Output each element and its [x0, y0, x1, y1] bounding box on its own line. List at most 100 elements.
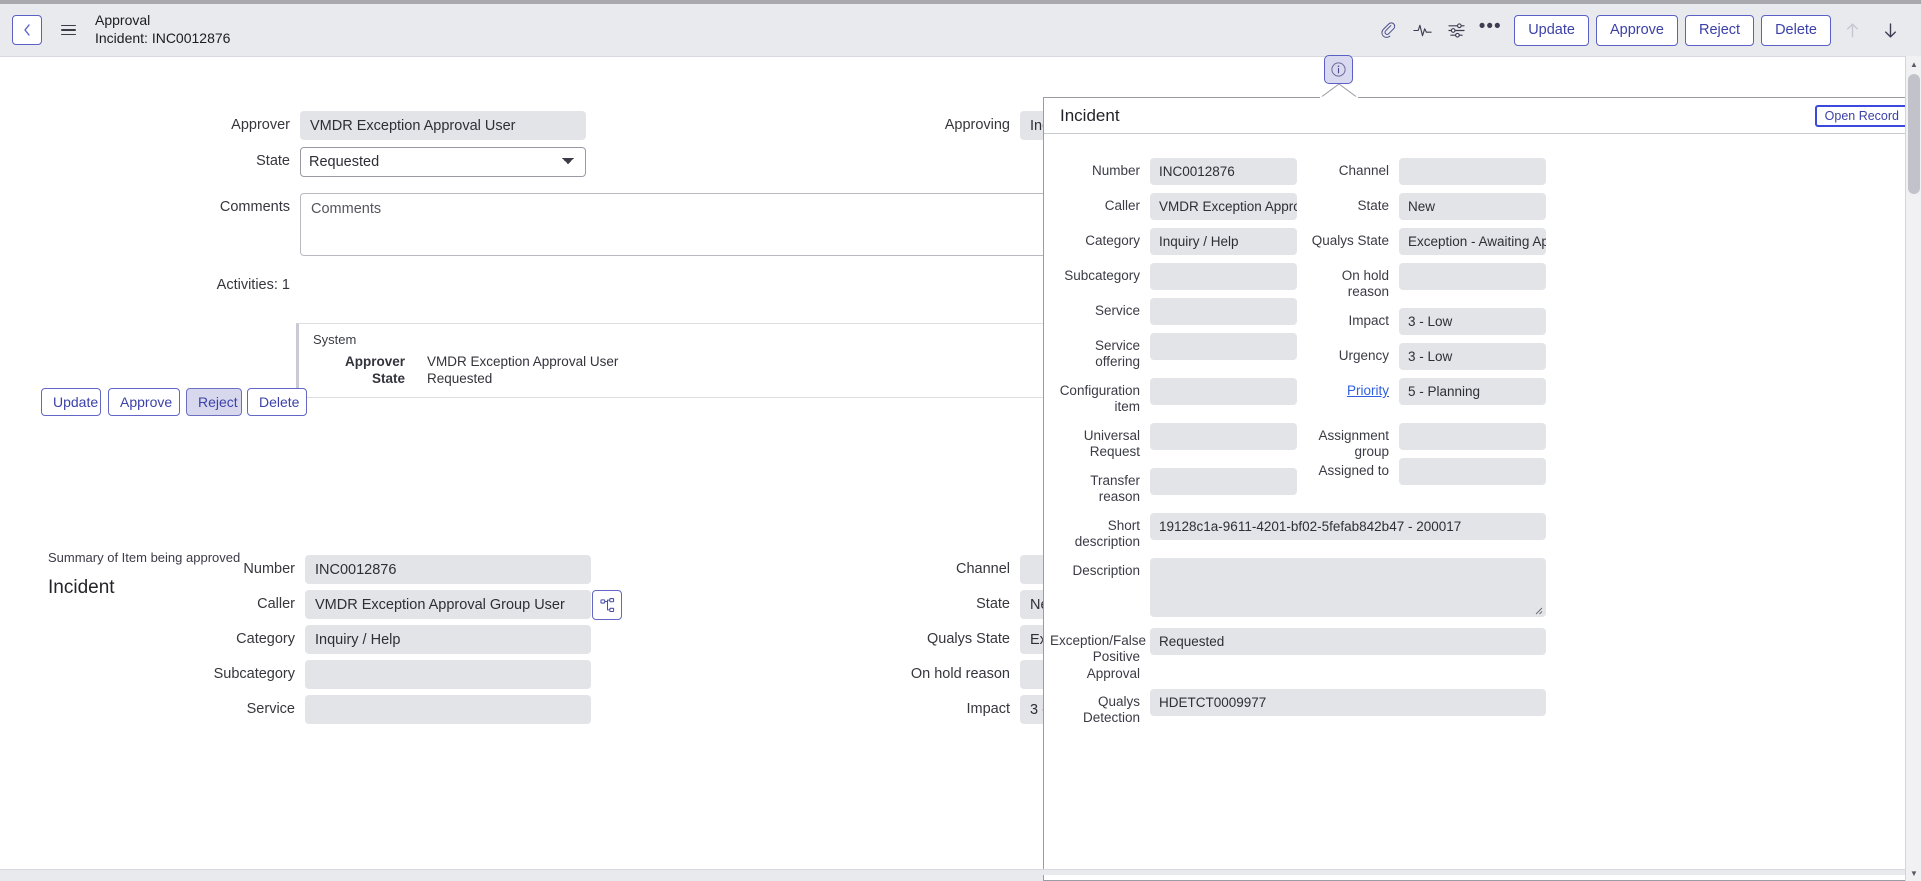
- bottom-strip: [0, 869, 1905, 875]
- state-label: State: [140, 147, 290, 169]
- popup-assignment-group-label: Assignment group: [1299, 423, 1389, 461]
- popup-row-category: Category Inquiry / Help: [1050, 228, 1297, 255]
- popup-subcategory-label: Subcategory: [1050, 263, 1140, 284]
- popup-row-configuration-item: Configuration item: [1050, 378, 1297, 416]
- popup-row-state: State New: [1299, 193, 1546, 220]
- popup-priority-link[interactable]: Priority: [1299, 378, 1389, 399]
- popup-transfer-reason-value: [1150, 468, 1297, 495]
- more-options-icon[interactable]: •••: [1473, 13, 1507, 47]
- next-record-arrow-icon[interactable]: [1873, 13, 1907, 47]
- popup-row-channel: Channel: [1299, 158, 1546, 185]
- popup-assigned-to-label: Assigned to: [1299, 458, 1389, 479]
- popup-caller-label: Caller: [1050, 193, 1140, 214]
- popup-row-caller: Caller VMDR Exception Approv: [1050, 193, 1297, 220]
- popup-configuration-item-value: [1150, 378, 1297, 405]
- chevron-left-icon: [21, 23, 33, 37]
- popup-qualys-state-value: Exception - Awaiting App: [1399, 228, 1546, 255]
- popup-row-priority: Priority 5 - Planning: [1299, 378, 1546, 405]
- popup-service-offering-value: [1150, 333, 1297, 360]
- popup-body: Number INC0012876 Caller VMDR Exception …: [1044, 134, 1921, 881]
- approver-value: VMDR Exception Approval User: [300, 111, 586, 140]
- header-delete-button[interactable]: Delete: [1761, 15, 1831, 46]
- activities-label: Activities: 1: [140, 271, 290, 293]
- popup-row-number: Number INC0012876: [1050, 158, 1297, 185]
- popup-header: Incident Open Record: [1044, 98, 1921, 134]
- popup-row-subcategory: Subcategory: [1050, 263, 1297, 290]
- application-window: Approval Incident: INC0012876: [0, 0, 1921, 881]
- summary-subcategory-value: [305, 660, 591, 689]
- popup-assigned-to-value: [1399, 458, 1546, 485]
- popup-row-on-hold-reason: On hold reason: [1299, 263, 1546, 301]
- info-circle-icon[interactable]: [1324, 55, 1353, 84]
- popup-row-service-offering: Service offering: [1050, 333, 1297, 371]
- popup-row-transfer-reason: Transfer reason: [1050, 468, 1297, 506]
- popup-row-short-description: Short description 19128c1a-9611-4201-bf0…: [1050, 513, 1546, 551]
- summary-on-hold-label: On hold reason: [880, 660, 1010, 682]
- form-approve-button[interactable]: Approve: [108, 388, 180, 416]
- popup-qualys-detection-value: HDETCT0009977: [1150, 689, 1546, 716]
- approver-label: Approver: [140, 111, 290, 133]
- page-title-subtitle: Incident: INC0012876: [95, 30, 230, 48]
- state-select[interactable]: Requested Approved Rejected Not Yet Requ…: [300, 147, 586, 177]
- popup-row-universal-request: Universal Request: [1050, 423, 1297, 461]
- popup-assignment-group-value: [1399, 423, 1546, 450]
- popup-title: Incident: [1060, 106, 1120, 126]
- activity-state-label: State: [333, 371, 405, 386]
- page-title: Approval Incident: INC0012876: [95, 12, 230, 48]
- popup-qualys-detection-label: Qualys Detection: [1050, 689, 1140, 727]
- popup-on-hold-reason-value: [1399, 263, 1546, 290]
- activity-pulse-icon[interactable]: [1405, 13, 1439, 47]
- summary-service-value: [305, 695, 591, 724]
- org-chart-reference-icon[interactable]: [592, 590, 622, 620]
- page-scrollbar[interactable]: ▲ ▼: [1905, 56, 1921, 881]
- popup-category-value: Inquiry / Help: [1150, 228, 1297, 255]
- personalize-sliders-icon[interactable]: [1439, 13, 1473, 47]
- page-scroll-down-arrow-icon[interactable]: ▼: [1906, 865, 1921, 881]
- resize-grip-icon[interactable]: [1533, 605, 1543, 615]
- popup-description-label: Description: [1050, 558, 1140, 579]
- popup-qualys-state-label: Qualys State: [1299, 228, 1389, 249]
- activity-row-approver: Approver VMDR Exception Approval User: [333, 354, 618, 369]
- popup-description-value[interactable]: [1150, 558, 1546, 617]
- popup-row-description: Description: [1050, 558, 1546, 617]
- summary-number-label: Number: [140, 555, 295, 577]
- comments-label: Comments: [140, 193, 290, 215]
- summary-row-category: Category Inquiry / Help: [140, 625, 591, 654]
- header-update-button[interactable]: Update: [1514, 15, 1589, 46]
- summary-category-label: Category: [140, 625, 295, 647]
- page-title-main: Approval: [95, 12, 230, 30]
- form-delete-button[interactable]: Delete: [247, 388, 307, 416]
- popup-impact-value: 3 - Low: [1399, 308, 1546, 335]
- approving-label: Approving: [900, 111, 1010, 133]
- popup-exception-approval-label: Exception/False Positive Approval: [1050, 628, 1140, 682]
- summary-number-value: INC0012876: [305, 555, 591, 584]
- form-update-button[interactable]: Update: [41, 388, 101, 416]
- summary-channel-label: Channel: [880, 555, 1010, 577]
- header-approve-button[interactable]: Approve: [1596, 15, 1678, 46]
- popup-row-impact: Impact 3 - Low: [1299, 308, 1546, 335]
- back-button[interactable]: [12, 15, 42, 45]
- previous-record-arrow-icon: [1835, 13, 1869, 47]
- attachment-icon[interactable]: [1371, 13, 1405, 47]
- header-reject-button[interactable]: Reject: [1685, 15, 1754, 46]
- field-row-approver: Approver VMDR Exception Approval User: [140, 111, 586, 140]
- summary-impact-label: Impact: [880, 695, 1010, 717]
- popup-universal-request-value: [1150, 423, 1297, 450]
- open-record-button[interactable]: Open Record: [1815, 105, 1909, 127]
- popup-state-label: State: [1299, 193, 1389, 214]
- incident-info-popup: Incident Open Record Number INC0012876 C…: [1043, 97, 1921, 881]
- page-scroll-up-arrow-icon[interactable]: ▲: [1906, 56, 1921, 72]
- summary-row-service: Service: [140, 695, 591, 724]
- activity-approver-label: Approver: [333, 354, 405, 369]
- hamburger-icon[interactable]: [55, 17, 81, 43]
- popup-configuration-item-label: Configuration item: [1050, 378, 1140, 416]
- activity-approver-value: VMDR Exception Approval User: [427, 354, 618, 369]
- page-scroll-thumb[interactable]: [1908, 74, 1920, 194]
- popup-service-offering-label: Service offering: [1050, 333, 1140, 371]
- summary-qualys-state-label: Qualys State: [880, 625, 1010, 647]
- form-reject-button[interactable]: Reject: [186, 388, 242, 416]
- summary-subcategory-label: Subcategory: [140, 660, 295, 682]
- popup-impact-label: Impact: [1299, 308, 1389, 329]
- page-header: Approval Incident: INC0012876: [0, 4, 1921, 56]
- popup-channel-label: Channel: [1299, 158, 1389, 179]
